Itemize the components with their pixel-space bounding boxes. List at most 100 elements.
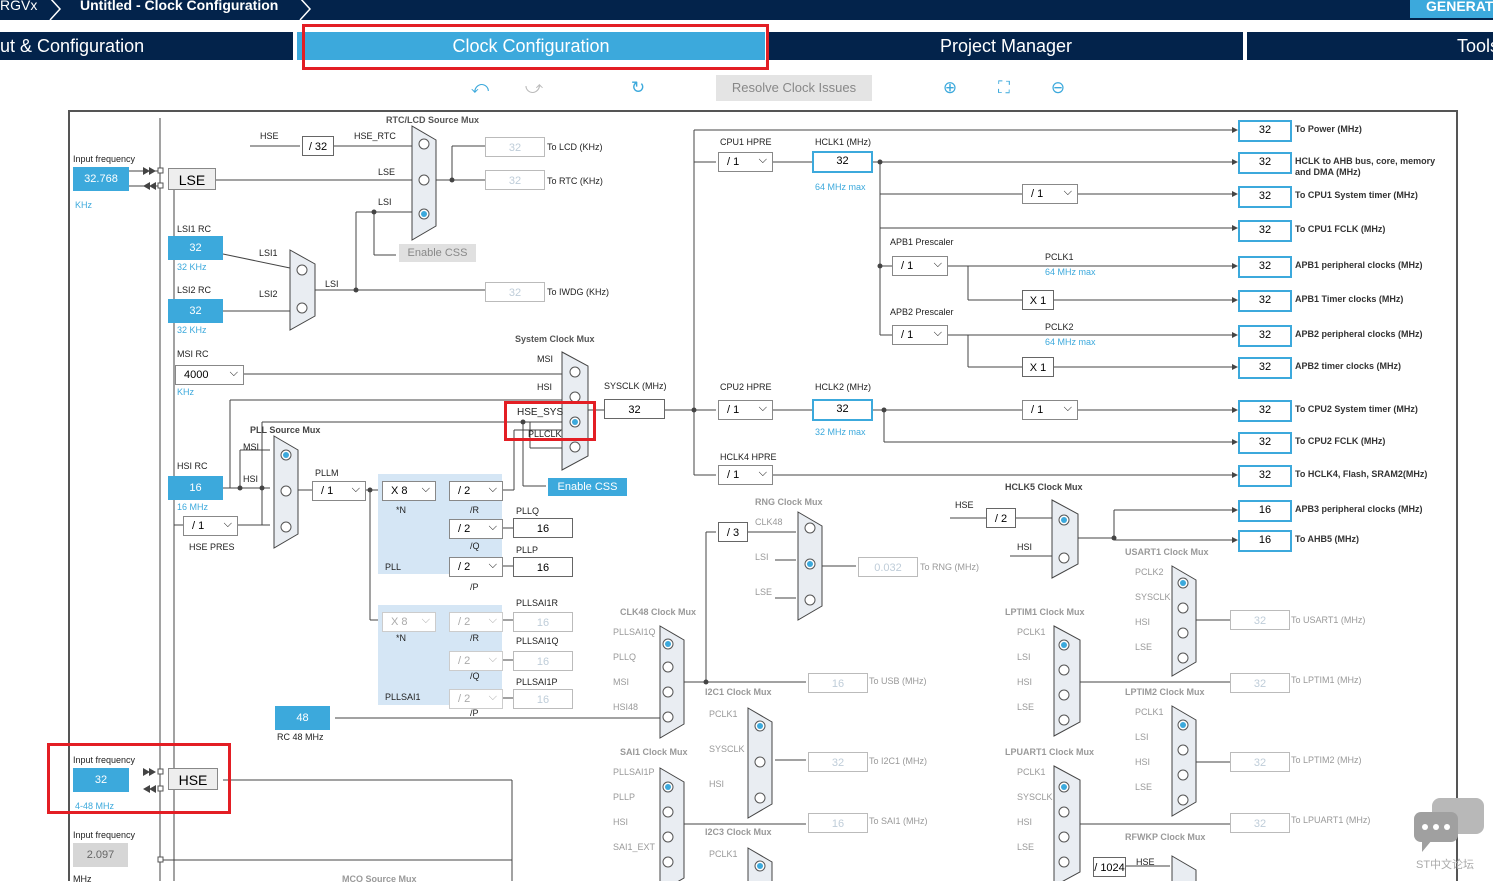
sysclk-value[interactable]: 32: [604, 399, 665, 419]
usart1-mux-title: USART1 Clock Mux: [1125, 547, 1209, 557]
lpuart1-in3: HSI: [1017, 817, 1033, 827]
output-label-4: APB1 peripheral clocks (MHz): [1295, 260, 1423, 270]
cpu1-timer-select[interactable]: / 1: [1022, 183, 1078, 204]
hclk5-mux-title: HCLK5 Clock Mux: [1005, 482, 1083, 492]
output-value-6[interactable]: 32: [1238, 325, 1292, 347]
output-value-0[interactable]: 32: [1238, 120, 1292, 142]
usb-output-value: 16: [808, 673, 868, 693]
usb-output-label: To USB (MHz): [869, 676, 927, 686]
rtc-mux-title: RTC/LCD Source Mux: [386, 115, 480, 125]
hsi-rc-label: HSI RC: [177, 461, 208, 471]
lse-unit: KHz: [75, 200, 93, 210]
pllp-div-label: /P: [470, 582, 479, 592]
hclk4-hpre-select[interactable]: / 1: [718, 464, 773, 485]
apb2-prescaler-select[interactable]: / 1: [892, 324, 948, 345]
forum-chat-icon: [1414, 798, 1484, 852]
output-value-3[interactable]: 32: [1238, 220, 1292, 242]
pllsai1p-out-value: 16: [513, 689, 573, 709]
mhz-unit: MHz: [73, 874, 92, 884]
pllsai1r-select[interactable]: / 2: [449, 611, 503, 632]
pll-source-mux-title: PLL Source Mux: [250, 425, 321, 435]
output-label-3: To CPU1 FCLK (MHz): [1295, 224, 1386, 234]
hclk1-max: 64 MHz max: [815, 182, 866, 192]
usart1-output-value: 32: [1230, 610, 1290, 630]
output-value-9[interactable]: 32: [1238, 432, 1292, 454]
output-label-6: APB2 peripheral clocks (MHz): [1295, 329, 1423, 339]
sai1-in2: PLLP: [613, 792, 636, 802]
output-value-12[interactable]: 16: [1238, 530, 1292, 552]
output-value-2[interactable]: 32: [1238, 186, 1292, 208]
usart1-in2: SYSCLK: [1135, 592, 1171, 602]
clk48-in2: PLLQ: [613, 652, 637, 662]
pllsai1q-select[interactable]: / 2: [449, 650, 503, 671]
output-value-7[interactable]: 32: [1238, 357, 1292, 379]
sai1-mux-title: SAI1 Clock Mux: [620, 747, 688, 757]
hse-pres-select[interactable]: / 1: [183, 515, 238, 536]
pllr-select[interactable]: / 2: [449, 480, 503, 501]
system-clock-mux-title: System Clock Mux: [515, 334, 595, 344]
rng-output-label: To RNG (MHz): [920, 562, 979, 572]
output-label-12: To AHB5 (MHz): [1295, 534, 1359, 544]
output-value-5[interactable]: 32: [1238, 290, 1292, 312]
lpuart1-output-label: To LPUART1 (MHz): [1291, 815, 1371, 825]
pllp-out-value: 16: [513, 557, 573, 577]
rng-lse-label: LSE: [755, 587, 773, 597]
sai1-output-value: 16: [808, 813, 868, 833]
pllr-label: /R: [470, 505, 479, 515]
watermark-text: ST中文论坛: [1416, 859, 1475, 871]
cpu2-hpre-select[interactable]: / 1: [718, 399, 773, 420]
hclk5-div: / 2: [986, 508, 1016, 528]
apb1-prescaler-select[interactable]: / 1: [892, 255, 948, 276]
pllsai1q-out-label: PLLSAI1Q: [516, 636, 559, 646]
lsi1-rc-label: LSI1 RC: [177, 224, 212, 234]
output-label-9: To CPU2 FCLK (MHz): [1295, 436, 1386, 446]
rc48-label: RC 48 MHz: [277, 732, 324, 742]
output-label-10: To HCLK4, Flash, SRAM2(MHz): [1295, 469, 1428, 479]
output-value-4[interactable]: 32: [1238, 256, 1292, 278]
rc48-value: 48: [275, 706, 330, 730]
lcd-output-value: 32: [485, 137, 545, 157]
pllsai1p-div-label: /P: [470, 708, 479, 718]
pllsai1r-out-label: PLLSAI1R: [516, 598, 559, 608]
rtc-enable-css-button[interactable]: Enable CSS: [399, 244, 476, 262]
lptim1-in1: PCLK1: [1017, 627, 1046, 637]
pllsai1n-select[interactable]: X 8: [382, 611, 436, 632]
output-value-11[interactable]: 16: [1238, 500, 1292, 522]
iwdg-output-label: To IWDG (KHz): [547, 287, 609, 297]
plln-select[interactable]: X 8: [382, 480, 436, 501]
rng-lsi-label: LSI: [755, 552, 769, 562]
pllm-select[interactable]: / 1: [312, 480, 366, 501]
lpuart1-mux-title: LPUART1 Clock Mux: [1005, 747, 1095, 757]
lse-source[interactable]: LSE: [168, 168, 216, 190]
apb1-prescaler-label: APB1 Prescaler: [890, 237, 954, 247]
enable-css-button[interactable]: Enable CSS: [548, 478, 627, 496]
lpuart1-in2: SYSCLK: [1017, 792, 1053, 802]
pllsai1p-select[interactable]: / 2: [449, 688, 503, 709]
hclk1-value[interactable]: 32: [812, 151, 873, 173]
pclk2-label: PCLK2: [1045, 322, 1074, 332]
output-value-1[interactable]: 32: [1238, 152, 1292, 174]
pllq-select[interactable]: / 2: [449, 518, 503, 539]
lptim1-output-label: To LPTIM1 (MHz): [1291, 675, 1362, 685]
msi-range-select[interactable]: 4000: [175, 364, 244, 385]
usart1-output-label: To USART1 (MHz): [1291, 615, 1366, 625]
output-value-10[interactable]: 32: [1238, 465, 1292, 487]
apb2-prescaler-label: APB2 Prescaler: [890, 307, 954, 317]
hclk4-hpre-label: HCLK4 HPRE: [720, 452, 777, 462]
output-value-8[interactable]: 32: [1238, 400, 1292, 422]
cpu1-hpre-select[interactable]: / 1: [718, 151, 773, 172]
sysmux-hsi-label: HSI: [537, 382, 553, 392]
pllmux-msi-label: MSI: [243, 442, 260, 452]
lsi2-line-label: LSI2: [259, 289, 278, 299]
lse-input-frequency[interactable]: 32.768: [73, 167, 129, 191]
cpu2-timer-select[interactable]: / 1: [1022, 399, 1078, 420]
input-frequency-value-3[interactable]: 2.097: [73, 843, 128, 867]
clk48-in1: PLLSAI1Q: [613, 627, 656, 637]
pclk1-label: PCLK1: [1045, 252, 1074, 262]
rfwkp-hse-label: HSE: [1136, 857, 1155, 867]
rng-mux-title: RNG Clock Mux: [755, 497, 823, 507]
sai1-output-label: To SAI1 (MHz): [869, 816, 928, 826]
pllp-select[interactable]: / 2: [449, 556, 503, 577]
rtc-output-label: To RTC (KHz): [547, 176, 603, 186]
hclk2-value[interactable]: 32: [812, 399, 873, 421]
